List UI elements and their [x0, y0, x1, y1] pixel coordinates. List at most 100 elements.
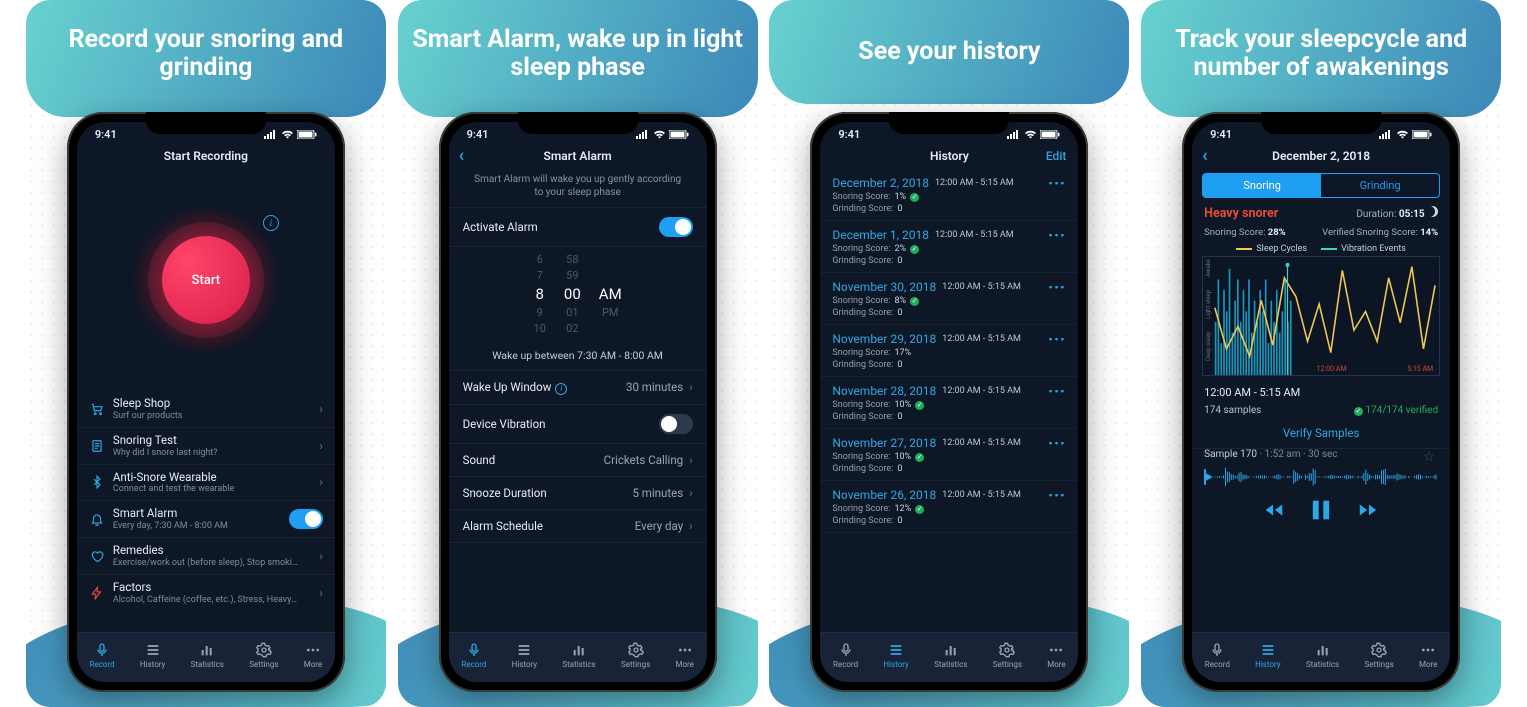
- tab-statistics[interactable]: Statistics: [934, 642, 967, 669]
- history-item[interactable]: November 29, 201812:00 AM - 5:15 AM••• S…: [820, 325, 1078, 377]
- history-item[interactable]: November 27, 201812:00 AM - 5:15 AM••• S…: [820, 429, 1078, 481]
- screen-record: 9:41 Start Recording Start i: [77, 122, 335, 682]
- wifi-icon: [653, 130, 666, 139]
- setting-row[interactable]: Wake Up Windowi30 minutes ›: [449, 371, 707, 404]
- tab-bar: Record History Statistics Settings More: [820, 632, 1078, 682]
- notch: [1261, 112, 1381, 134]
- wifi-icon: [281, 130, 294, 139]
- more-icon[interactable]: •••: [1049, 281, 1067, 294]
- tab-history[interactable]: History: [512, 642, 537, 669]
- chevron-right-icon: ›: [319, 549, 323, 563]
- setting-row[interactable]: Alarm ScheduleEvery day ›: [449, 510, 707, 542]
- picker-minute[interactable]: 58 59 00 01 02: [564, 253, 581, 335]
- tab-history[interactable]: History: [883, 642, 908, 669]
- notch: [518, 112, 638, 134]
- promo-banner: Track your sleepcycle and number of awak…: [1141, 0, 1501, 117]
- chevron-right-icon: ›: [689, 453, 692, 467]
- tab-settings[interactable]: Settings: [1364, 642, 1393, 669]
- tab-more[interactable]: More: [1047, 642, 1065, 669]
- tab-settings[interactable]: Settings: [249, 642, 278, 669]
- device-frame: 9:41 Start Recording Start i: [67, 112, 345, 692]
- list-item[interactable]: FactorsAlcohol, Caffeine (coffee, etc.),…: [77, 574, 335, 611]
- tab-record[interactable]: Record: [90, 642, 115, 669]
- segmented-control[interactable]: Snoring Grinding: [1202, 173, 1440, 198]
- tab-record[interactable]: Record: [461, 642, 486, 669]
- rewind-button[interactable]: [1263, 499, 1285, 521]
- promo-card-3: See your history 9:41 History Edit Decem…: [769, 0, 1129, 707]
- start-record-button[interactable]: Start: [162, 236, 250, 324]
- tab-statistics[interactable]: Statistics: [562, 642, 595, 669]
- list-item[interactable]: Snoring TestWhy did I snore last night? …: [77, 427, 335, 464]
- time-range: 12:00 AM - 5:15 AM: [1192, 382, 1450, 403]
- signal-icon: [264, 130, 278, 139]
- picker-ampm[interactable]: AM PM: [599, 253, 622, 335]
- more-icon[interactable]: •••: [1049, 177, 1067, 190]
- tab-more[interactable]: More: [676, 642, 694, 669]
- toggle[interactable]: [289, 509, 323, 529]
- sleep-cycle-chart: Awake Light sleep Deep sleep 12:00 AM 5:…: [1202, 256, 1440, 376]
- info-icon[interactable]: i: [263, 215, 279, 231]
- record-hero: Start i: [77, 169, 335, 391]
- picker-hour[interactable]: 6 7 8 9 10: [534, 253, 546, 335]
- edit-button[interactable]: Edit: [1046, 149, 1066, 163]
- tab-more[interactable]: More: [304, 642, 322, 669]
- segment-grinding[interactable]: Grinding: [1321, 174, 1439, 197]
- tab-statistics[interactable]: Statistics: [1306, 642, 1339, 669]
- more-icon[interactable]: •••: [1049, 385, 1067, 398]
- more-icon[interactable]: •••: [1049, 489, 1067, 502]
- back-button[interactable]: ‹: [1202, 147, 1208, 165]
- list-item[interactable]: Sleep ShopSurf our products ›: [77, 391, 335, 427]
- tab-bar: Record History Statistics Settings More: [449, 632, 707, 682]
- history-item[interactable]: November 30, 201812:00 AM - 5:15 AM••• S…: [820, 273, 1078, 325]
- promo-banner: See your history: [769, 0, 1129, 104]
- tab-statistics[interactable]: Statistics: [191, 642, 224, 669]
- snorer-badge: Heavy snorer: [1204, 206, 1278, 221]
- battery-icon: [669, 130, 689, 139]
- setting-row[interactable]: SoundCrickets Calling ›: [449, 444, 707, 476]
- time-picker[interactable]: 6 7 8 9 10 58 59 00 01 02: [449, 247, 707, 339]
- history-item[interactable]: November 26, 201812:00 AM - 5:15 AM••• S…: [820, 481, 1078, 533]
- bt-icon: [89, 475, 105, 489]
- list-item[interactable]: Smart AlarmEvery day, 7:30 AM - 8:00 AM: [77, 500, 335, 537]
- segment-snoring[interactable]: Snoring: [1203, 174, 1321, 197]
- tab-settings[interactable]: Settings: [993, 642, 1022, 669]
- tab-bar: Record History Statistics Settings More: [77, 632, 335, 682]
- more-icon[interactable]: •••: [1049, 437, 1067, 450]
- audio-waveform[interactable]: [1204, 464, 1438, 488]
- tab-more[interactable]: More: [1419, 642, 1437, 669]
- chevron-right-icon: ›: [689, 519, 692, 533]
- check-icon: ✓: [1354, 407, 1363, 416]
- history-list[interactable]: December 2, 201812:00 AM - 5:15 AM••• Sn…: [820, 169, 1078, 533]
- verify-samples-link[interactable]: Verify Samples: [1192, 420, 1450, 448]
- promo-card-2: Smart Alarm, wake up in light sleep phas…: [398, 0, 758, 707]
- back-button[interactable]: ‹: [459, 147, 465, 165]
- more-icon[interactable]: •••: [1049, 333, 1067, 346]
- tab-settings[interactable]: Settings: [621, 642, 650, 669]
- chevron-right-icon: ›: [319, 402, 323, 416]
- setting-row[interactable]: Device Vibration: [449, 405, 707, 443]
- setting-row[interactable]: Snooze Duration5 minutes ›: [449, 477, 707, 509]
- more-icon[interactable]: •••: [1049, 229, 1067, 242]
- status-time: 9:41: [95, 128, 117, 141]
- pause-button[interactable]: [1307, 496, 1335, 524]
- star-icon[interactable]: ☆: [1423, 449, 1439, 465]
- screen-history: 9:41 History Edit December 2, 201812:00 …: [820, 122, 1078, 682]
- activate-alarm-row[interactable]: Activate Alarm: [449, 208, 707, 246]
- promo-card-1: Record your snoring and grinding 9:41 St…: [26, 0, 386, 707]
- tab-record[interactable]: Record: [833, 642, 858, 669]
- list-item[interactable]: RemediesExercise/work out (before sleep)…: [77, 537, 335, 574]
- tab-history[interactable]: History: [140, 642, 165, 669]
- toggle[interactable]: [659, 414, 693, 434]
- list-item[interactable]: Anti-Snore WearableConnect and test the …: [77, 464, 335, 501]
- tab-history[interactable]: History: [1255, 642, 1280, 669]
- moon-icon: [1427, 206, 1438, 217]
- status-indicators: [264, 130, 317, 139]
- history-item[interactable]: November 28, 201812:00 AM - 5:15 AM••• S…: [820, 377, 1078, 429]
- activate-alarm-toggle[interactable]: [659, 217, 693, 237]
- forward-button[interactable]: [1357, 499, 1379, 521]
- tab-record[interactable]: Record: [1205, 642, 1230, 669]
- history-item[interactable]: December 2, 201812:00 AM - 5:15 AM••• Sn…: [820, 169, 1078, 221]
- bolt-icon: [89, 586, 105, 600]
- sample-meta: Sample 170 · 1:52 am · 30 sec ☆: [1192, 449, 1450, 464]
- history-item[interactable]: December 1, 201812:00 AM - 5:15 AM••• Sn…: [820, 221, 1078, 273]
